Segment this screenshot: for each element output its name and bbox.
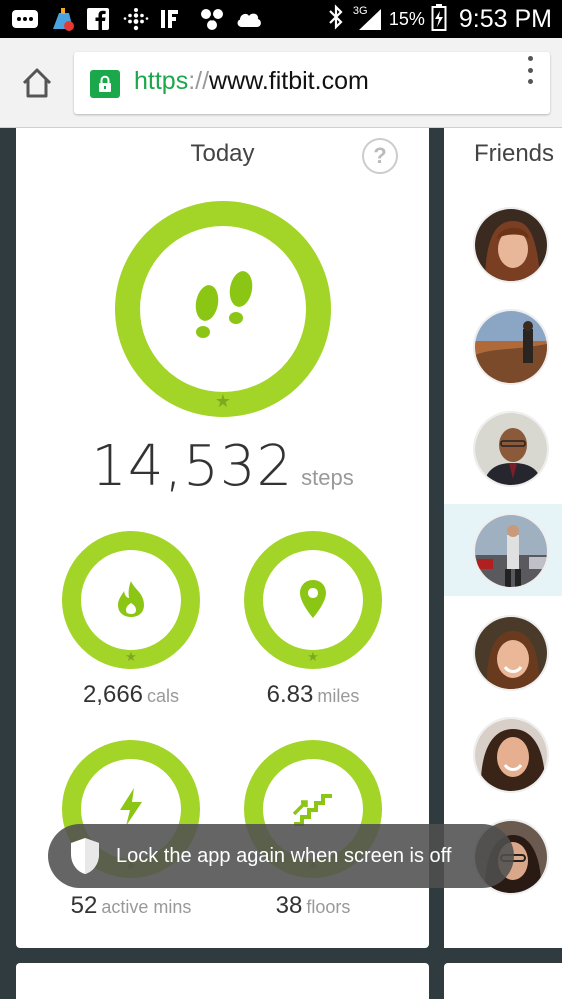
steps-summary: 14,532 steps — [16, 434, 429, 499]
next-card — [16, 963, 429, 999]
status-bar: 3G 15% 9:53 PM — [0, 0, 562, 38]
avatar[interactable] — [473, 411, 549, 487]
floors-label: 38 floors — [213, 892, 413, 920]
messenger-icon — [10, 7, 40, 31]
cloud-icon — [234, 7, 264, 31]
toast-notification: Lock the app again when screen is off — [48, 824, 514, 888]
distance-label: 6.83 miles — [213, 681, 413, 709]
browser-toolbar: https://www.fitbit.com — [0, 38, 562, 128]
friend-row-selected[interactable] — [444, 504, 562, 596]
menu-dot — [527, 67, 533, 73]
distance-value: 6.83 — [266, 681, 314, 708]
friend-row[interactable] — [444, 198, 562, 290]
stairs-icon — [292, 794, 332, 826]
steps-goal-star-icon: ★ — [214, 391, 232, 411]
calories-label: 2,666 cals — [31, 681, 231, 709]
avatar[interactable] — [473, 513, 549, 589]
calories-goal-star-icon: ★ — [125, 649, 137, 664]
location-pin-icon — [300, 580, 326, 618]
overflow-menu-button[interactable] — [518, 56, 542, 84]
lightning-icon — [120, 788, 142, 826]
help-icon[interactable]: ? — [362, 138, 398, 174]
friend-row[interactable] — [444, 300, 562, 392]
friend-row[interactable] — [444, 402, 562, 494]
active-minutes-unit: active mins — [101, 897, 192, 917]
address-bar[interactable]: https://www.fitbit.com — [74, 52, 550, 114]
facebook-icon — [86, 7, 110, 31]
home-icon — [22, 68, 52, 98]
signal-icon: 3G — [351, 5, 383, 32]
battery-percent: 15% — [388, 8, 425, 29]
fitbit-icon — [122, 7, 150, 31]
bluetooth-icon — [327, 3, 345, 35]
url-host: www.fitbit.com — [209, 67, 369, 95]
floors-value: 38 — [275, 892, 303, 919]
shield-icon — [71, 838, 99, 874]
avatar[interactable] — [473, 717, 549, 793]
calories-unit: cals — [147, 686, 180, 706]
active-minutes-value: 52 — [70, 892, 98, 919]
menu-dot — [527, 79, 533, 84]
steps-unit: steps — [301, 465, 354, 490]
calories-value: 2,666 — [82, 681, 144, 708]
avatar[interactable] — [473, 309, 549, 385]
distance-goal-star-icon: ★ — [307, 649, 319, 664]
distance-unit: miles — [317, 686, 360, 706]
lock-icon[interactable] — [90, 70, 120, 98]
next-card-right — [444, 963, 562, 999]
avatar[interactable] — [473, 615, 549, 691]
battery-icon — [431, 3, 447, 36]
steps-value: 14,532 — [91, 434, 294, 499]
friend-row[interactable] — [444, 708, 562, 800]
status-right: 3G 15% 9:53 PM — [327, 0, 552, 38]
friend-row[interactable] — [444, 606, 562, 698]
active-minutes-label: 52 active mins — [31, 892, 231, 920]
home-button[interactable] — [20, 66, 54, 100]
steps-ring[interactable]: ★ — [115, 201, 331, 417]
flame-icon — [118, 581, 144, 617]
url-text[interactable]: https://www.fitbit.com — [134, 67, 369, 96]
url-separator: :// — [188, 67, 210, 95]
menu-dot — [527, 56, 533, 61]
distance-ring[interactable]: ★ — [244, 531, 382, 669]
avatar[interactable] — [473, 207, 549, 283]
pinwheel-icon — [198, 7, 226, 31]
footprints-icon — [195, 271, 253, 338]
friends-title: Friends — [474, 140, 555, 167]
url-scheme: https — [134, 67, 189, 95]
calories-ring[interactable]: ★ — [62, 531, 200, 669]
clock: 9:53 PM — [458, 4, 552, 33]
cleaner-icon — [48, 7, 76, 31]
floors-unit: floors — [306, 897, 351, 917]
toast-text: Lock the app again when screen is off — [116, 844, 452, 867]
ifttt-icon — [160, 7, 188, 31]
